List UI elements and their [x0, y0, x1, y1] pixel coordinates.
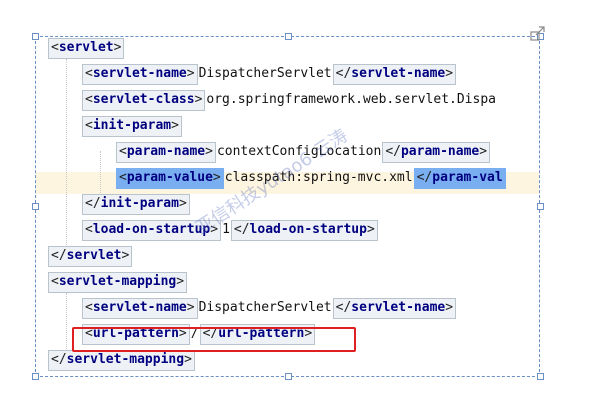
selection-handle[interactable]: [32, 373, 39, 380]
tag-bracket: <: [85, 66, 93, 81]
open-tag: <servlet-class>: [82, 90, 206, 111]
selection-handle[interactable]: [32, 203, 39, 210]
code-line[interactable]: </servlet-mapping>: [48, 349, 195, 371]
tag-name: param-value: [126, 170, 213, 185]
open-tag: <param-name>: [116, 142, 216, 163]
url-pattern-highlight-box: [72, 327, 356, 352]
tag-bracket: </: [385, 144, 401, 159]
tag-bracket: <: [85, 92, 93, 107]
tag-bracket: >: [186, 300, 195, 315]
open-tag: <servlet-name>: [82, 64, 198, 85]
code-line[interactable]: <servlet-name> DispatcherServlet </servlet…: [82, 297, 457, 319]
tag-bracket: >: [186, 66, 195, 81]
tag-bracket: <: [85, 118, 93, 133]
tag-bracket: </: [85, 196, 101, 211]
tag-bracket: >: [171, 118, 179, 133]
close-tag: </load-on-startup>: [230, 220, 378, 241]
tag-bracket: >: [445, 66, 454, 81]
tag-name: servlet-name: [351, 66, 446, 81]
tag-bracket: >: [113, 40, 122, 55]
tag-bracket: </: [233, 222, 250, 237]
tag-bracket: >: [479, 144, 488, 159]
close-tag: </servlet>: [48, 246, 133, 267]
tag-name: servlet-mapping: [58, 274, 177, 289]
code-line[interactable]: <servlet>: [48, 37, 125, 59]
tag-bracket: >: [445, 300, 454, 315]
code-line[interactable]: </servlet>: [48, 245, 133, 267]
tag-bracket: <: [51, 274, 59, 289]
selection-handle[interactable]: [285, 33, 292, 40]
tag-name: load-on-startup: [249, 222, 367, 237]
tag-bracket: >: [176, 274, 185, 289]
tag-name: servlet-name: [92, 66, 187, 81]
tag-bracket: </: [51, 352, 67, 367]
close-tag: </param-val: [413, 168, 506, 189]
selection-handle[interactable]: [537, 373, 544, 380]
tag-name: servlet-name: [351, 300, 446, 315]
close-tag: </servlet-name>: [332, 64, 457, 85]
tag-bracket: <: [119, 144, 127, 159]
open-tag: <servlet-mapping>: [48, 272, 188, 293]
tag-name: load-on-startup: [92, 222, 211, 237]
code-line[interactable]: <init-param>: [82, 115, 182, 137]
tag-name: param-name: [400, 144, 480, 159]
tag-bracket: >: [178, 196, 187, 211]
element-text: org.springframework.web.servlet.Dispa: [206, 92, 496, 107]
tag-bracket: <: [85, 222, 93, 237]
close-tag: </servlet-name>: [332, 298, 457, 319]
element-text: DispatcherServlet: [198, 66, 332, 81]
tag-bracket: >: [212, 170, 221, 185]
tag-bracket: >: [194, 92, 203, 107]
tag-bracket: <: [85, 300, 93, 315]
tag-bracket: </: [335, 300, 352, 315]
code-line[interactable]: <servlet-mapping>: [48, 271, 188, 293]
tag-bracket: >: [184, 352, 192, 367]
selection-handle[interactable]: [537, 203, 544, 210]
close-tag: </init-param>: [82, 194, 190, 215]
code-selection-frame[interactable]: <servlet> <servlet-name> DispatcherServlet…: [35, 36, 540, 377]
selection-handle[interactable]: [285, 373, 292, 380]
selection-handle[interactable]: [32, 33, 39, 40]
code-line[interactable]: <servlet-name> DispatcherServlet </servlet…: [82, 63, 457, 85]
tag-name: servlet: [58, 40, 114, 55]
close-tag: </param-name>: [382, 142, 491, 163]
tag-name: servlet-class: [92, 92, 195, 107]
open-tag: <init-param>: [82, 116, 182, 137]
tag-name: init-param: [92, 118, 172, 133]
tag-bracket: </: [51, 248, 67, 263]
tag-bracket: >: [121, 248, 130, 263]
indent-guide: [66, 293, 67, 353]
close-tag: </servlet-mapping>: [48, 350, 195, 371]
tag-bracket: <: [51, 40, 59, 55]
tag-name: servlet-name: [92, 300, 187, 315]
indent-guide: [66, 59, 67, 259]
tag-bracket: >: [366, 222, 375, 237]
code-line[interactable]: </init-param>: [82, 193, 190, 215]
resize-handle-icon[interactable]: [529, 24, 547, 42]
tag-name: servlet-mapping: [66, 352, 185, 367]
tag-name: servlet: [66, 248, 122, 263]
tag-bracket: </: [335, 66, 352, 81]
tag-bracket: >: [205, 144, 213, 159]
tag-name: param-name: [126, 144, 206, 159]
open-tag: <servlet>: [48, 38, 125, 59]
tag-bracket: </: [416, 170, 433, 185]
tag-name: init-param: [100, 196, 179, 211]
code-line[interactable]: <servlet-class> org.springframework.web.s…: [82, 89, 497, 111]
open-tag: <param-value>: [116, 168, 224, 189]
tag-name: param-val: [432, 170, 503, 185]
open-tag: <servlet-name>: [82, 298, 198, 319]
tag-bracket: <: [119, 170, 127, 185]
element-text: DispatcherServlet: [198, 300, 332, 315]
